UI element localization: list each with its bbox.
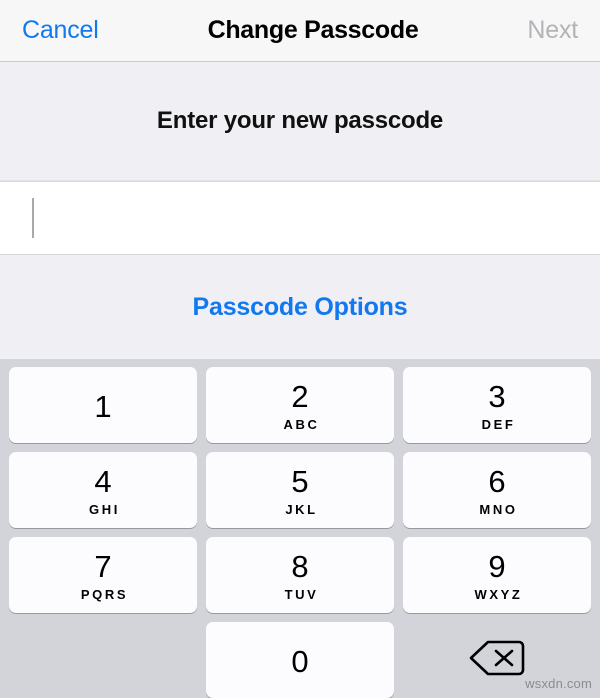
key-3[interactable]: 3 DEF xyxy=(403,367,591,443)
text-caret xyxy=(32,198,34,238)
key-letters: WXYZ xyxy=(474,586,523,602)
key-2[interactable]: 2 ABC xyxy=(206,367,394,443)
key-letters: JKL xyxy=(285,501,318,517)
numeric-keypad: 1 2 ABC 3 DEF 4 GHI 5 JKL 6 MNO 7 PQRS 8… xyxy=(0,359,600,698)
keypad-row: 0 xyxy=(7,622,593,698)
passcode-input[interactable] xyxy=(0,181,600,255)
key-digit: 2 xyxy=(291,378,309,414)
key-digit: 5 xyxy=(291,463,309,499)
key-8[interactable]: 8 TUV xyxy=(206,537,394,613)
key-letters: PQRS xyxy=(80,586,129,602)
key-digit: 9 xyxy=(488,548,506,584)
prompt-area: Enter your new passcode xyxy=(0,62,600,181)
key-letters: TUV xyxy=(284,586,319,602)
watermark: wsxdn.com xyxy=(525,676,592,691)
cancel-button[interactable]: Cancel xyxy=(22,16,99,45)
key-digit: 3 xyxy=(488,378,506,414)
key-digit: 6 xyxy=(488,463,506,499)
key-9[interactable]: 9 WXYZ xyxy=(403,537,591,613)
key-digit: 7 xyxy=(94,548,112,584)
keypad-row: 4 GHI 5 JKL 6 MNO xyxy=(7,452,593,528)
navigation-bar: Cancel Change Passcode Next xyxy=(0,0,600,62)
keypad-row: 7 PQRS 8 TUV 9 WXYZ xyxy=(7,537,593,613)
next-button[interactable]: Next xyxy=(527,16,578,45)
key-digit: 1 xyxy=(94,388,112,424)
passcode-options-area: Passcode Options xyxy=(0,255,600,359)
keypad-spacer xyxy=(9,622,197,698)
key-6[interactable]: 6 MNO xyxy=(403,452,591,528)
prompt-text: Enter your new passcode xyxy=(156,107,444,134)
delete-backward-icon xyxy=(469,638,525,683)
key-letters: GHI xyxy=(89,501,120,517)
key-1[interactable]: 1 xyxy=(9,367,197,443)
key-letters: MNO xyxy=(479,501,518,517)
key-5[interactable]: 5 JKL xyxy=(206,452,394,528)
key-letters: ABC xyxy=(283,416,320,432)
key-4[interactable]: 4 GHI xyxy=(9,452,197,528)
key-digit: 4 xyxy=(94,463,112,499)
key-letters: DEF xyxy=(481,416,516,432)
key-digit: 0 xyxy=(291,643,309,679)
change-passcode-screen: Cancel Change Passcode Next Enter your n… xyxy=(0,0,600,698)
passcode-options-button[interactable]: Passcode Options xyxy=(193,293,408,322)
key-0[interactable]: 0 xyxy=(206,622,394,698)
keypad-row: 1 2 ABC 3 DEF xyxy=(7,367,593,443)
key-7[interactable]: 7 PQRS xyxy=(9,537,197,613)
page-title: Change Passcode xyxy=(207,16,419,44)
key-digit: 8 xyxy=(291,548,309,584)
